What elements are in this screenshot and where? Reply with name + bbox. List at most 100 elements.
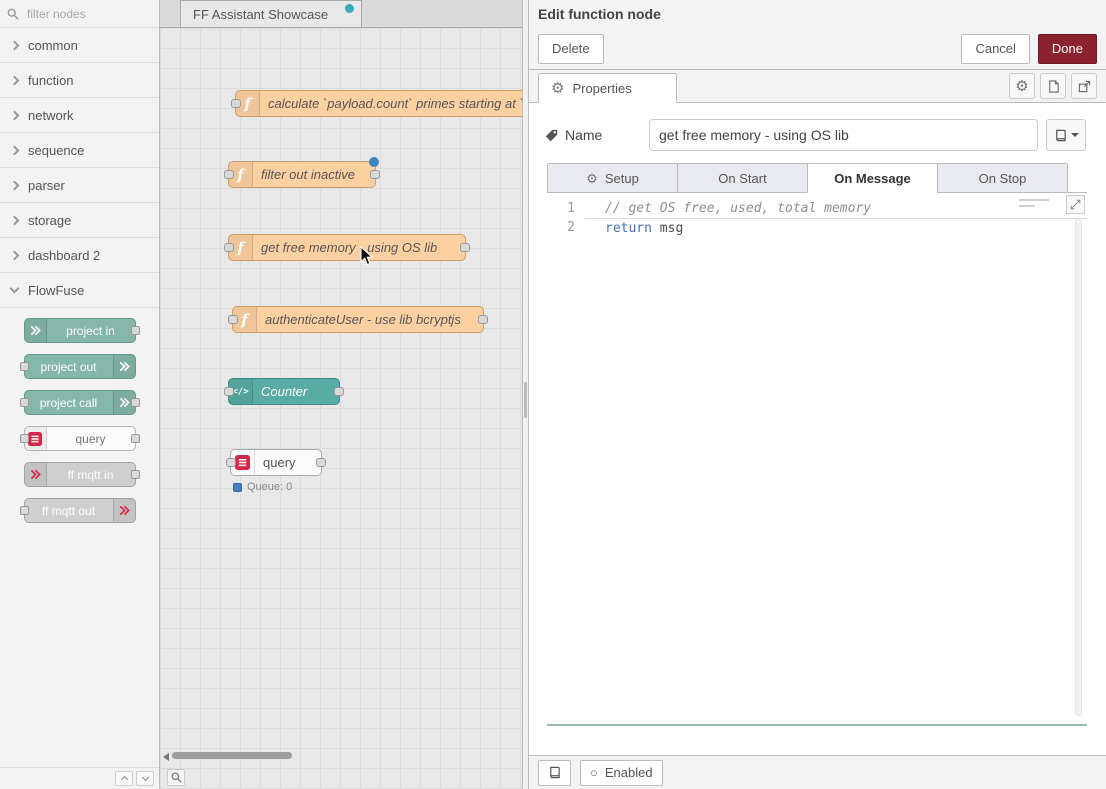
category-label: FlowFuse — [28, 283, 84, 298]
category-label: parser — [28, 178, 65, 193]
flow-node-query[interactable]: query Queue: 0 — [230, 449, 322, 476]
flowfuse-mqtt-icon — [113, 499, 135, 522]
palette: common function network sequence parser … — [0, 0, 160, 789]
tab-label: Setup — [605, 171, 639, 186]
palette-node-query[interactable]: query — [24, 426, 136, 451]
caret-down-icon — [1071, 133, 1079, 137]
output-port — [131, 398, 140, 407]
expand-icon — [1070, 199, 1081, 210]
node-label: project call — [25, 391, 113, 414]
expand-editor-button[interactable] — [1066, 195, 1085, 214]
enabled-label: Enabled — [605, 765, 653, 780]
expand-icon — [1078, 80, 1091, 93]
scroll-left-arrow-icon[interactable] — [163, 753, 169, 761]
properties-tab-row: ⚙ Properties ⚙ — [529, 70, 1106, 103]
flow-node-counter[interactable]: </> Counter — [228, 378, 340, 405]
palette-search-input[interactable] — [25, 6, 137, 22]
unsaved-changes-dot — [345, 4, 354, 13]
code-text: msg — [652, 221, 683, 236]
palette-node-project-out[interactable]: project out — [24, 354, 136, 379]
flow-node-calculate-primes[interactable]: f calculate `payload.count` primes start… — [235, 90, 522, 117]
library-dropdown-button[interactable] — [1046, 119, 1086, 151]
input-port[interactable] — [224, 243, 234, 252]
palette-category-network[interactable]: network — [0, 98, 159, 133]
flow-canvas[interactable]: f calculate `payload.count` primes start… — [160, 28, 522, 789]
palette-search — [0, 0, 159, 28]
chevron-right-icon — [10, 180, 20, 190]
flowfuse-icon — [113, 355, 135, 378]
tab-label: On Start — [718, 171, 766, 186]
cancel-button[interactable]: Cancel — [961, 34, 1029, 64]
palette-node-project-call[interactable]: project call — [24, 390, 136, 415]
flow-tab-label: FF Assistant Showcase — [193, 7, 328, 22]
chevron-right-icon — [10, 40, 20, 50]
function-editor-tabs: ⚙ Setup On Start On Message On Stop — [547, 163, 1087, 193]
tray-resize-handle[interactable] — [522, 0, 529, 789]
chevron-right-icon — [10, 110, 20, 120]
palette-category-storage[interactable]: storage — [0, 203, 159, 238]
palette-category-flowfuse[interactable]: FlowFuse — [0, 273, 159, 308]
input-port — [20, 506, 29, 515]
tab-on-stop[interactable]: On Stop — [937, 163, 1068, 193]
tab-on-start[interactable]: On Start — [677, 163, 808, 193]
canvas-search-button[interactable] — [167, 769, 185, 786]
code-line-1: // get OS free, used, total memory — [585, 199, 1087, 219]
input-port[interactable] — [228, 315, 238, 324]
palette-category-function[interactable]: function — [0, 63, 159, 98]
node-status: Queue: 0 — [233, 481, 292, 493]
output-port[interactable] — [460, 243, 470, 252]
tab-setup[interactable]: ⚙ Setup — [547, 163, 678, 193]
output-port[interactable] — [478, 315, 488, 324]
input-port[interactable] — [226, 458, 236, 467]
code-area[interactable]: // get OS free, used, total memory retur… — [585, 193, 1087, 724]
expand-all-button[interactable] — [136, 771, 154, 786]
enabled-toggle-button[interactable]: ○ Enabled — [580, 760, 663, 786]
workspace: FF Assistant Showcase f calculate `paylo… — [160, 0, 522, 789]
node-settings-button[interactable]: ⚙ — [1009, 73, 1035, 99]
library-button[interactable] — [538, 760, 571, 786]
output-port[interactable] — [316, 458, 326, 467]
node-label: ff mqtt in — [47, 463, 135, 486]
expand-tray-button[interactable] — [1071, 73, 1097, 99]
flow-tab[interactable]: FF Assistant Showcase — [180, 0, 362, 27]
tray-title: Edit function node — [529, 0, 1106, 28]
horizontal-scrollbar[interactable] — [160, 752, 522, 761]
code-editor[interactable]: 1 2 // get OS free, used, total memory r… — [547, 193, 1087, 726]
tab-on-message[interactable]: On Message — [807, 163, 938, 193]
palette-category-sequence[interactable]: sequence — [0, 133, 159, 168]
input-port[interactable] — [224, 387, 234, 396]
tray-icon-buttons: ⚙ — [1009, 73, 1097, 99]
scrollbar-thumb[interactable] — [172, 752, 292, 759]
tray-body: Name ⚙ Setup On Start On Message — [529, 103, 1106, 755]
done-button[interactable]: Done — [1038, 34, 1097, 64]
tab-properties[interactable]: ⚙ Properties — [538, 73, 677, 103]
input-port — [20, 434, 29, 443]
chevron-right-icon — [10, 75, 20, 85]
name-input[interactable] — [649, 119, 1038, 151]
output-port[interactable] — [334, 387, 344, 396]
name-form-row: Name — [545, 119, 1086, 151]
flow-node-get-free-memory[interactable]: f get free memory - using OS lib — [228, 234, 466, 261]
collapse-all-button[interactable] — [115, 771, 133, 786]
palette-node-ff-mqtt-in[interactable]: ff mqtt in — [24, 462, 136, 487]
output-port[interactable] — [370, 170, 380, 179]
palette-category-parser[interactable]: parser — [0, 168, 159, 203]
line-number: 2 — [547, 218, 575, 237]
node-label: project out — [25, 355, 113, 378]
flow-node-filter-out-inactive[interactable]: f filter out inactive — [228, 161, 376, 188]
code-keyword: return — [605, 221, 652, 236]
input-port[interactable] — [231, 99, 241, 108]
category-label: sequence — [28, 143, 84, 158]
delete-button[interactable]: Delete — [538, 34, 604, 64]
palette-node-project-in[interactable]: project in — [24, 318, 136, 343]
input-port[interactable] — [224, 170, 234, 179]
node-label: filter out inactive — [253, 162, 365, 187]
palette-category-dashboard2[interactable]: dashboard 2 — [0, 238, 159, 273]
flow-node-authenticate-user[interactable]: f authenticateUser - use lib bcryptjs — [232, 306, 484, 333]
node-description-button[interactable] — [1040, 73, 1066, 99]
palette-node-ff-mqtt-out[interactable]: ff mqtt out — [24, 498, 136, 523]
flow-tab-bar: FF Assistant Showcase — [160, 0, 522, 28]
palette-category-common[interactable]: common — [0, 28, 159, 63]
editor-vertical-scrollbar[interactable] — [1075, 219, 1082, 716]
search-icon — [171, 772, 182, 783]
